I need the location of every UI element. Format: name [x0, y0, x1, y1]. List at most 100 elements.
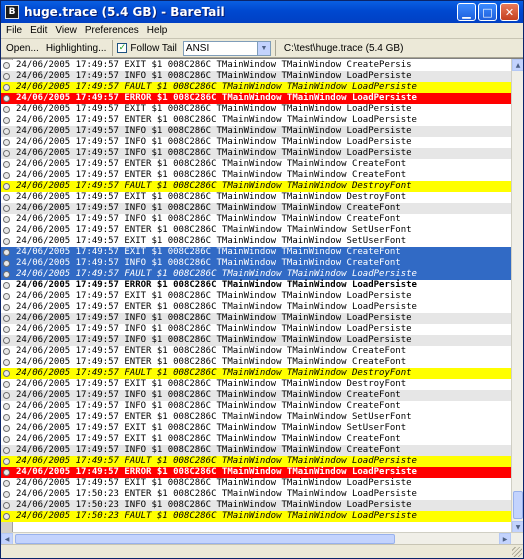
bookmark-icon[interactable] — [3, 337, 10, 344]
follow-tail-checkbox[interactable]: ✓ — [117, 43, 128, 53]
log-row[interactable]: 24/06/2005 17:49:57 FAULT $1 008C286C TM… — [1, 82, 511, 93]
scroll-up-icon[interactable]: ▲ — [512, 59, 523, 71]
bookmark-icon[interactable] — [3, 216, 10, 223]
open-button[interactable]: Open... — [4, 43, 41, 54]
menu-help[interactable]: Help — [144, 25, 171, 36]
log-row[interactable]: 24/06/2005 17:49:57 ENTER $1 008C286C TM… — [1, 412, 511, 423]
scroll-down-icon[interactable]: ▼ — [512, 521, 523, 532]
bookmark-icon[interactable] — [3, 436, 10, 443]
vertical-scroll-thumb[interactable] — [513, 491, 523, 519]
bookmark-icon[interactable] — [3, 139, 10, 146]
log-row[interactable]: 24/06/2005 17:49:57 INFO $1 008C286C TMa… — [1, 324, 511, 335]
bookmark-icon[interactable] — [3, 381, 10, 388]
menu-preferences[interactable]: Preferences — [82, 25, 142, 36]
log-row[interactable]: 24/06/2005 17:49:57 FAULT $1 008C286C TM… — [1, 269, 511, 280]
menu-edit[interactable]: Edit — [27, 25, 50, 36]
log-row[interactable]: 24/06/2005 17:49:57 INFO $1 008C286C TMa… — [1, 258, 511, 269]
log-row[interactable]: 24/06/2005 17:49:57 INFO $1 008C286C TMa… — [1, 313, 511, 324]
bookmark-icon[interactable] — [3, 502, 10, 509]
encoding-select[interactable]: ANSI ▼ — [182, 40, 271, 56]
log-row[interactable]: 24/06/2005 17:49:57 INFO $1 008C286C TMa… — [1, 214, 511, 225]
bookmark-icon[interactable] — [3, 106, 10, 113]
log-row[interactable]: 24/06/2005 17:49:57 EXIT $1 008C286C TMa… — [1, 104, 511, 115]
log-row[interactable]: 24/06/2005 17:49:57 EXIT $1 008C286C TMa… — [1, 379, 511, 390]
log-row[interactable]: 24/06/2005 17:49:57 ERROR $1 008C286C TM… — [1, 280, 511, 291]
bookmark-icon[interactable] — [3, 469, 10, 476]
log-row[interactable]: 24/06/2005 17:49:57 INFO $1 008C286C TMa… — [1, 126, 511, 137]
bookmark-icon[interactable] — [3, 260, 10, 267]
bookmark-icon[interactable] — [3, 282, 10, 289]
bookmark-icon[interactable] — [3, 161, 10, 168]
log-row[interactable]: 24/06/2005 17:49:57 FAULT $1 008C286C TM… — [1, 456, 511, 467]
log-row[interactable]: 24/06/2005 17:49:57 INFO $1 008C286C TMa… — [1, 71, 511, 82]
bookmark-icon[interactable] — [3, 172, 10, 179]
log-row[interactable]: 24/06/2005 17:49:57 ENTER $1 008C286C TM… — [1, 346, 511, 357]
bookmark-icon[interactable] — [3, 392, 10, 399]
maximize-button[interactable]: □ — [478, 3, 497, 21]
bookmark-icon[interactable] — [3, 95, 10, 102]
log-row[interactable]: 24/06/2005 17:49:57 INFO $1 008C286C TMa… — [1, 401, 511, 412]
log-row[interactable]: 24/06/2005 17:49:57 INFO $1 008C286C TMa… — [1, 137, 511, 148]
horizontal-scrollbar[interactable]: ◀ ▶ — [1, 532, 523, 545]
resize-grip-icon[interactable] — [512, 547, 522, 557]
log-row[interactable]: 24/06/2005 17:49:57 EXIT $1 008C286C TMa… — [1, 434, 511, 445]
menu-view[interactable]: View — [52, 25, 80, 36]
bookmark-icon[interactable] — [3, 194, 10, 201]
log-row[interactable]: 24/06/2005 17:49:57 ERROR $1 008C286C TM… — [1, 93, 511, 104]
bookmark-icon[interactable] — [3, 447, 10, 454]
log-row[interactable]: 24/06/2005 17:49:57 EXIT $1 008C286C TMa… — [1, 247, 511, 258]
close-button[interactable]: ✕ — [500, 3, 519, 21]
bookmark-icon[interactable] — [3, 249, 10, 256]
log-row[interactable]: 24/06/2005 17:49:57 FAULT $1 008C286C TM… — [1, 368, 511, 379]
log-row[interactable]: 24/06/2005 17:49:57 ENTER $1 008C286C TM… — [1, 357, 511, 368]
log-row[interactable]: 24/06/2005 17:49:57 ERROR $1 008C286C TM… — [1, 467, 511, 478]
bookmark-icon[interactable] — [3, 458, 10, 465]
minimize-button[interactable]: ▁ — [457, 3, 476, 21]
bookmark-icon[interactable] — [3, 414, 10, 421]
log-row[interactable]: 24/06/2005 17:49:57 EXIT $1 008C286C TMa… — [1, 291, 511, 302]
bookmark-icon[interactable] — [3, 117, 10, 124]
bookmark-icon[interactable] — [3, 480, 10, 487]
bookmark-icon[interactable] — [3, 304, 10, 311]
follow-tail-toggle[interactable]: ✓ Follow Tail — [117, 43, 177, 54]
bookmark-icon[interactable] — [3, 348, 10, 355]
bookmark-icon[interactable] — [3, 62, 10, 69]
bookmark-icon[interactable] — [3, 150, 10, 157]
bookmark-icon[interactable] — [3, 513, 10, 520]
log-row[interactable]: 24/06/2005 17:50:23 ENTER $1 008C286C TM… — [1, 489, 511, 500]
bookmark-icon[interactable] — [3, 73, 10, 80]
log-row[interactable]: 24/06/2005 17:49:57 EXIT $1 008C286C TMa… — [1, 478, 511, 489]
vertical-scrollbar[interactable]: ▲ ▼ — [511, 59, 523, 532]
log-row[interactable]: 24/06/2005 17:49:57 EXIT $1 008C286C TMa… — [1, 423, 511, 434]
log-row[interactable]: 24/06/2005 17:49:57 INFO $1 008C286C TMa… — [1, 203, 511, 214]
horizontal-scroll-thumb[interactable] — [15, 534, 395, 544]
bookmark-icon[interactable] — [3, 238, 10, 245]
log-row[interactable]: 24/06/2005 17:49:57 FAULT $1 008C286C TM… — [1, 181, 511, 192]
bookmark-icon[interactable] — [3, 315, 10, 322]
bookmark-icon[interactable] — [3, 326, 10, 333]
highlighting-button[interactable]: Highlighting... — [44, 43, 109, 54]
chevron-down-icon[interactable]: ▼ — [256, 41, 270, 55]
log-row[interactable]: 24/06/2005 17:49:57 EXIT $1 008C286C TMa… — [1, 60, 511, 71]
menu-file[interactable]: File — [3, 25, 25, 36]
log-row[interactable]: 24/06/2005 17:50:23 INFO $1 008C286C TMa… — [1, 500, 511, 511]
bookmark-icon[interactable] — [3, 425, 10, 432]
bookmark-icon[interactable] — [3, 205, 10, 212]
bookmark-icon[interactable] — [3, 293, 10, 300]
bookmark-icon[interactable] — [3, 128, 10, 135]
log-row[interactable]: 24/06/2005 17:49:57 INFO $1 008C286C TMa… — [1, 148, 511, 159]
log-row[interactable]: 24/06/2005 17:49:57 ENTER $1 008C286C TM… — [1, 302, 511, 313]
log-row[interactable]: 24/06/2005 17:49:57 EXIT $1 008C286C TMa… — [1, 236, 511, 247]
bookmark-icon[interactable] — [3, 491, 10, 498]
bookmark-icon[interactable] — [3, 370, 10, 377]
log-row[interactable]: 24/06/2005 17:50:23 FAULT $1 008C286C TM… — [1, 511, 511, 522]
bookmark-icon[interactable] — [3, 359, 10, 366]
title-bar[interactable]: B huge.trace (5.4 GB) - BareTail ▁ □ ✕ — [1, 1, 523, 23]
log-view[interactable]: 24/06/2005 17:49:57 EXIT $1 008C286C TMa… — [1, 58, 523, 532]
log-row[interactable]: 24/06/2005 17:49:57 ENTER $1 008C286C TM… — [1, 170, 511, 181]
bookmark-icon[interactable] — [3, 84, 10, 91]
bookmark-icon[interactable] — [3, 183, 10, 190]
log-row[interactable]: 24/06/2005 17:49:57 INFO $1 008C286C TMa… — [1, 335, 511, 346]
bookmark-icon[interactable] — [3, 271, 10, 278]
log-row[interactable]: 24/06/2005 17:49:57 INFO $1 008C286C TMa… — [1, 445, 511, 456]
